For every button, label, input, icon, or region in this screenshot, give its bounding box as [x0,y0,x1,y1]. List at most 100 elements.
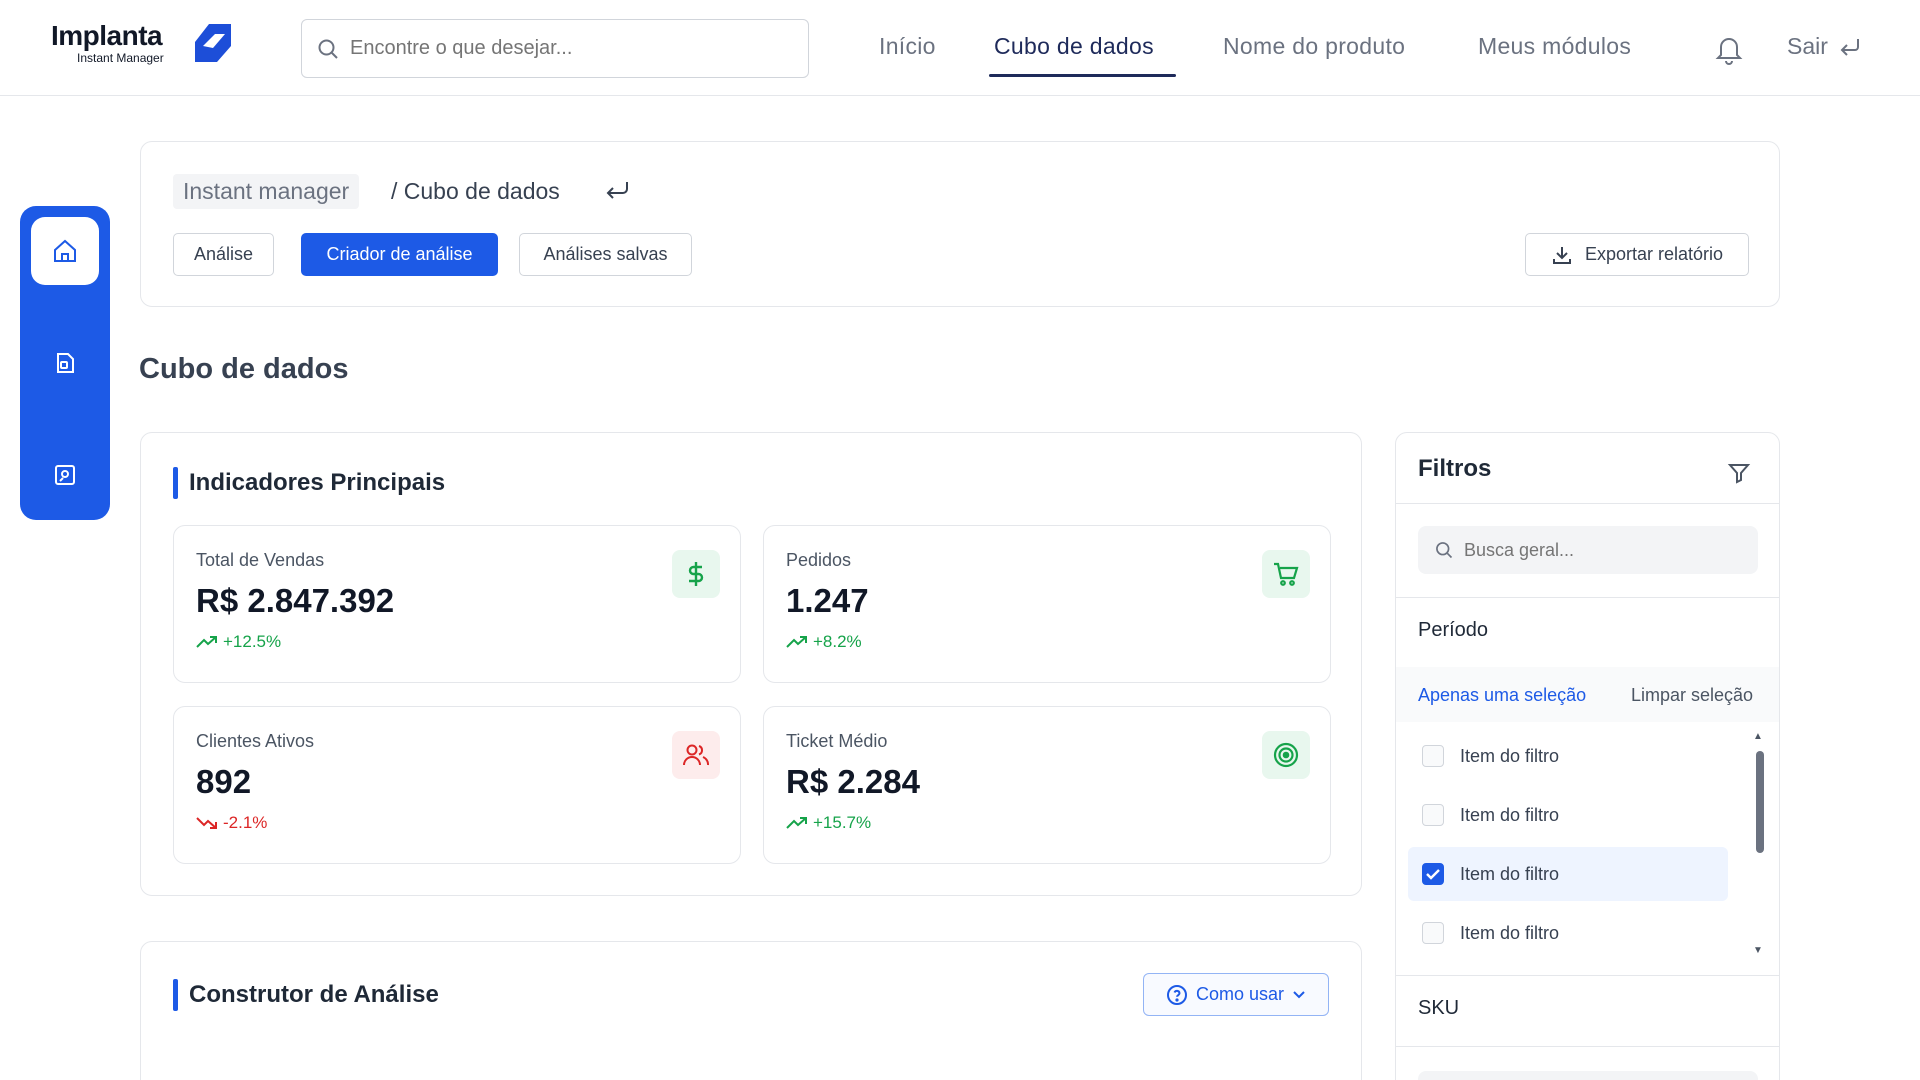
kpi-value: R$ 2.847.392 [196,582,395,619]
filters-search[interactable] [1418,526,1758,574]
logout-button[interactable]: Sair [1787,33,1862,60]
kpi-value: 892 [196,763,252,800]
filter-group-sku[interactable]: SKU [1418,997,1459,1020]
trend-down-icon [196,817,217,829]
nav-active-indicator [989,74,1176,77]
filter-item-label: Item do filtro [1460,804,1560,825]
nav-item-inicio[interactable]: Início [879,33,936,60]
brand-subtitle: Instant Manager [77,51,164,65]
scroll-up-arrow-icon[interactable]: ▲ [1753,731,1763,742]
search-icon [1436,542,1453,559]
kpi-trend: +8.2% [786,632,862,652]
kpi-label: Total de Vendas [196,550,325,570]
kpi-label: Clientes Ativos [196,731,315,751]
cart-icon [1274,562,1299,586]
global-search[interactable] [301,19,809,78]
kpi-trend: +12.5% [196,632,281,652]
checkbox[interactable] [1422,922,1444,944]
divider [1396,597,1779,598]
breadcrumb-current: / Cubo de dados [391,178,560,204]
kpi-trend-value: -2.1% [223,813,268,832]
document-icon [57,353,74,373]
filter-item-label: Item do filtro [1460,745,1560,766]
brand-mark-icon [195,24,231,62]
filter-item[interactable]: Item do filtro [1408,847,1728,901]
trend-up-icon [196,636,217,648]
report-icon [55,465,75,485]
page-title: Cubo de dados [139,353,349,385]
kpi-value: R$ 2.284 [786,763,920,800]
filter-group-periodo[interactable]: Período [1418,619,1488,642]
kpi-card-total-vendas: Total de Vendas R$ 2.847.392 +12.5% [173,525,741,683]
filter-item[interactable]: Item do filtro [1408,788,1728,842]
tab-analise[interactable]: Análise [173,233,274,276]
help-circle-icon [1166,984,1187,1005]
analysis-builder-card: Construtor de Análise Como usar [140,941,1362,1080]
return-arrow-icon [1840,38,1859,56]
breadcrumb-root[interactable]: Instant manager [173,174,360,209]
filter-item[interactable]: Item do filtro [1408,729,1728,783]
page-header-card: Instant manager / Cubo de dados Análise … [140,141,1780,307]
kpi-icon-box [1262,731,1310,779]
dollar-icon [688,562,704,586]
tab-analises-salvas[interactable]: Análises salvas [519,233,692,276]
kpi-icon-box [672,731,720,779]
kpi-trend: -2.1% [196,813,267,833]
kpi-trend: +15.7% [786,813,871,833]
indicators-card: Indicadores Principais Total de Vendas R… [140,432,1362,896]
sku-search-input[interactable] [1418,1071,1758,1080]
export-report-label: Exportar relatório [1584,244,1724,264]
filters-title: Filtros [1418,455,1492,482]
kpi-card-ticket-medio: Ticket Médio R$ 2.284 +15.7% [763,706,1331,864]
tab-criador-de-analise[interactable]: Criador de análise [301,233,498,276]
trend-up-icon [786,817,807,829]
indicators-title: Indicadores Principais [173,467,445,499]
search-icon [318,39,338,59]
users-icon [683,744,709,766]
kpi-card-clientes-ativos: Clientes Ativos 892 -2.1% [173,706,741,864]
export-report-button[interactable]: Exportar relatório [1525,233,1749,276]
brand-name: Implanta [51,20,163,51]
brand-logo[interactable]: Implanta Instant Manager [51,20,236,70]
search-input[interactable] [350,37,790,60]
back-arrow-icon[interactable] [603,178,631,202]
top-bar: Implanta Instant Manager Início Cubo de … [0,0,1920,96]
builder-title-text: Construtor de Análise [189,981,439,1008]
checkbox[interactable] [1422,745,1444,767]
divider [1396,1046,1779,1047]
scroll-down-arrow-icon[interactable]: ▼ [1753,945,1763,956]
filter-item-label: Item do filtro [1460,922,1560,943]
home-icon [54,239,76,262]
bell-icon[interactable] [1714,33,1744,65]
side-nav [20,206,110,520]
nav-item-cubo-de-dados[interactable]: Cubo de dados [994,33,1154,60]
single-selection-link[interactable]: Apenas uma seleção [1418,685,1586,706]
checkbox-checked[interactable] [1422,863,1444,885]
filters-search-input[interactable] [1464,539,1744,561]
trend-up-icon [786,636,807,648]
nav-item-meus-modulos[interactable]: Meus módulos [1478,33,1631,60]
nav-item-nome-do-produto[interactable]: Nome do produto [1223,33,1405,60]
kpi-icon-box [1262,550,1310,598]
filter-funnel-icon[interactable] [1727,461,1751,485]
scrollbar-thumb[interactable] [1756,751,1764,853]
kpi-trend-value: +8.2% [813,632,862,651]
side-nav-documents[interactable] [31,329,99,397]
divider [1396,975,1779,976]
divider [1396,503,1779,504]
filter-item[interactable]: Item do filtro [1408,906,1728,960]
filter-item-label: Item do filtro [1460,863,1560,884]
filters-panel: Filtros Período Apenas uma seleção Limpa… [1395,432,1780,1080]
checkmark-icon [1426,869,1440,880]
kpi-trend-value: +12.5% [223,632,282,651]
chevron-down-icon [1293,990,1305,998]
clear-selection-link[interactable]: Limpar seleção [1631,685,1753,706]
side-nav-home[interactable] [31,217,99,285]
kpi-card-pedidos: Pedidos 1.247 +8.2% [763,525,1331,683]
kpi-trend-value: +15.7% [813,813,872,832]
section-accent-bar [173,467,178,499]
indicators-title-text: Indicadores Principais [189,469,446,496]
side-nav-reports[interactable] [31,441,99,509]
how-to-use-button[interactable]: Como usar [1143,973,1329,1016]
checkbox[interactable] [1422,804,1444,826]
